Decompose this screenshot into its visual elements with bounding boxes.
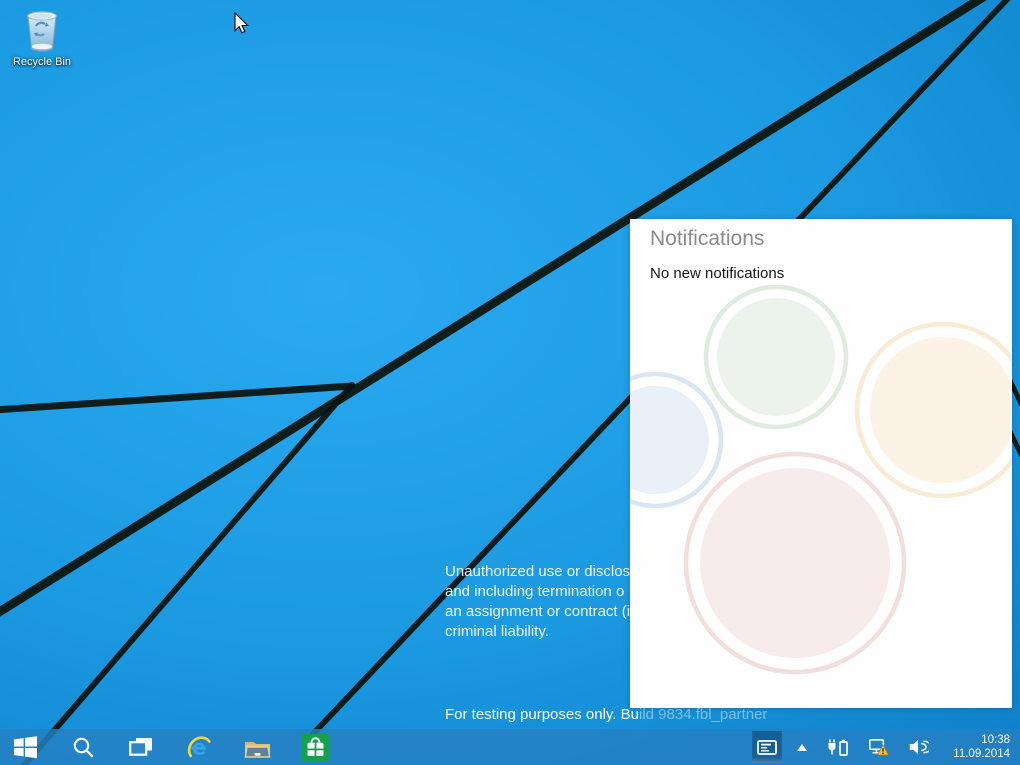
pink-circle xyxy=(700,468,890,658)
show-hidden-icons-button[interactable] xyxy=(792,731,812,763)
network-warning-icon xyxy=(869,739,889,756)
green-circle xyxy=(717,298,835,416)
taskbar-clock[interactable]: 10:38 11.09.2014 xyxy=(944,733,1014,761)
panel-title: Notifications xyxy=(650,227,764,251)
store-bag-icon xyxy=(302,734,329,761)
taskbar: e xyxy=(0,729,1020,765)
recycle-bin-icon xyxy=(22,8,62,54)
build-watermark: For testing purposes only. Build 9834.fb… xyxy=(445,706,767,723)
windows-logo-icon xyxy=(14,736,37,759)
recycle-bin-label: Recycle Bin xyxy=(6,56,78,68)
desktop: Recycle Bin Unauthorized use or disclosu… xyxy=(0,0,1020,765)
blue-circle xyxy=(630,386,709,494)
file-explorer-button[interactable] xyxy=(239,729,275,765)
search-button[interactable] xyxy=(65,729,101,765)
watermark-text: Unauthorized use or disclosu and includi… xyxy=(445,562,638,642)
plug-battery-icon xyxy=(827,739,849,756)
recycle-bin[interactable]: Recycle Bin xyxy=(6,8,78,68)
internet-explorer-icon: e xyxy=(185,733,213,761)
search-icon xyxy=(72,736,94,758)
clock-date: 11.09.2014 xyxy=(944,747,1010,761)
start-button[interactable] xyxy=(7,729,43,765)
task-view-button[interactable] xyxy=(123,729,159,765)
notifications-tray-button[interactable] xyxy=(752,731,782,763)
orange-circle xyxy=(870,337,1012,483)
task-view-icon xyxy=(129,737,153,757)
chevron-up-icon xyxy=(797,744,807,751)
power-tray-button[interactable] xyxy=(822,731,854,763)
network-tray-button[interactable] xyxy=(864,731,894,763)
notifications-panel: Notifications No new notifications xyxy=(630,219,1012,708)
panel-message: No new notifications xyxy=(650,265,784,282)
notification-circles xyxy=(630,219,1012,708)
store-button[interactable] xyxy=(297,729,333,765)
speaker-icon xyxy=(909,739,929,755)
clock-time: 10:38 xyxy=(944,733,1010,747)
message-box-icon xyxy=(757,740,777,755)
internet-explorer-button[interactable]: e xyxy=(181,729,217,765)
volume-tray-button[interactable] xyxy=(904,731,934,763)
folder-icon xyxy=(244,737,271,758)
